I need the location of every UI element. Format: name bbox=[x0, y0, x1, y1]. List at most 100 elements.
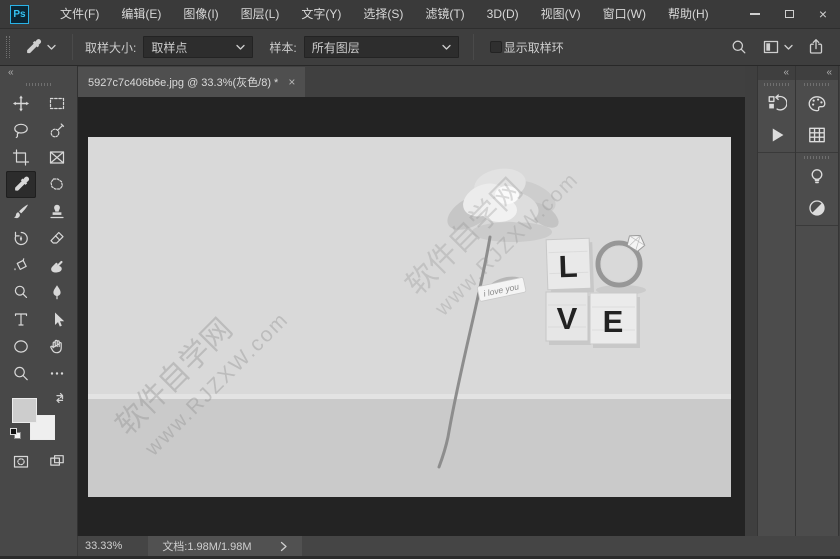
menu-image[interactable]: 图像(I) bbox=[172, 0, 229, 28]
close-button[interactable]: × bbox=[806, 0, 840, 28]
eyedropper-tool-button[interactable] bbox=[6, 171, 36, 198]
quick-selection-tool-button[interactable] bbox=[42, 117, 72, 144]
search-icon bbox=[730, 38, 748, 56]
eyedropper-icon bbox=[12, 175, 30, 194]
canvas-area[interactable]: i love you L V bbox=[78, 97, 745, 536]
panel-collapse[interactable]: « bbox=[758, 66, 795, 80]
patch-tool-button[interactable] bbox=[42, 171, 72, 198]
edit-toolbar-button[interactable] bbox=[42, 360, 72, 387]
move-icon bbox=[12, 94, 30, 113]
sample-select[interactable]: 所有图层 bbox=[304, 36, 459, 58]
svg-text:V: V bbox=[557, 301, 578, 336]
main-area: « bbox=[0, 66, 840, 536]
workspace-icon bbox=[762, 38, 780, 56]
menu-layer[interactable]: 图层(L) bbox=[230, 0, 291, 28]
smudge-tool-button[interactable] bbox=[42, 252, 72, 279]
selection-arrow-icon bbox=[48, 310, 66, 329]
pen-tool-button[interactable] bbox=[42, 279, 72, 306]
smudge-finger-icon bbox=[48, 256, 66, 275]
workspace-switcher-button[interactable] bbox=[755, 38, 800, 56]
hand-tool-button[interactable] bbox=[42, 333, 72, 360]
document-info-segment[interactable]: 文档:1.98M/1.98M bbox=[148, 536, 301, 556]
tools-panel-collapse[interactable]: « bbox=[0, 66, 77, 80]
toolbar-bottom bbox=[0, 448, 77, 475]
panel-grip[interactable] bbox=[804, 83, 830, 86]
menu-type[interactable]: 文字(Y) bbox=[290, 0, 352, 28]
sample-label: 样本: bbox=[269, 39, 296, 56]
sample-size-label: 取样大小: bbox=[85, 39, 136, 56]
quick-mask-button[interactable] bbox=[6, 448, 36, 475]
clone-stamp-icon bbox=[48, 202, 66, 221]
dodge-icon bbox=[12, 283, 30, 302]
color-panel-button[interactable] bbox=[796, 88, 838, 119]
show-ring-checkbox[interactable] bbox=[490, 41, 502, 53]
menu-window[interactable]: 窗口(W) bbox=[592, 0, 657, 28]
eraser-icon bbox=[48, 229, 66, 248]
document-info-text: 文档:1.98M/1.98M bbox=[162, 538, 251, 554]
dodge-tool-button[interactable] bbox=[6, 279, 36, 306]
brush-icon bbox=[12, 202, 30, 221]
screen-mode-button[interactable] bbox=[42, 448, 72, 475]
menu-file[interactable]: 文件(F) bbox=[49, 0, 110, 28]
menu-view[interactable]: 视图(V) bbox=[530, 0, 592, 28]
pen-icon bbox=[48, 283, 66, 302]
menu-3d[interactable]: 3D(D) bbox=[476, 0, 530, 28]
rectangular-marquee-tool-button[interactable] bbox=[42, 90, 72, 117]
menu-edit[interactable]: 编辑(E) bbox=[110, 0, 172, 28]
foreground-color-swatch[interactable] bbox=[12, 398, 37, 423]
document-tab[interactable]: 5927c7c406b6e.jpg @ 33.3%(灰色/8) * × bbox=[78, 67, 305, 97]
actions-play-icon bbox=[767, 125, 787, 145]
actions-panel-button[interactable] bbox=[758, 119, 795, 150]
photoshop-window: Ps 文件(F) 编辑(E) 图像(I) 图层(L) 文字(Y) 选择(S) 滤… bbox=[0, 0, 840, 559]
move-tool-button[interactable] bbox=[6, 90, 36, 117]
panel-grip[interactable] bbox=[764, 83, 790, 86]
swatches-panel-button[interactable] bbox=[796, 119, 838, 150]
letter-block-e: E bbox=[590, 293, 640, 348]
zoom-tool-button[interactable] bbox=[6, 360, 36, 387]
photo-image: i love you L V bbox=[88, 137, 731, 497]
right-panel-dock: « bbox=[745, 66, 840, 536]
zoom-level-field[interactable]: 33.33% bbox=[78, 540, 132, 552]
search-button[interactable] bbox=[723, 38, 755, 56]
crop-tool-button[interactable] bbox=[6, 144, 36, 171]
clone-stamp-tool-button[interactable] bbox=[42, 198, 72, 225]
color-panel-icon bbox=[807, 94, 827, 114]
maximize-button[interactable] bbox=[772, 0, 806, 28]
swap-colors-icon[interactable] bbox=[55, 392, 67, 404]
options-bar-grip[interactable] bbox=[6, 36, 10, 58]
menu-select[interactable]: 选择(S) bbox=[352, 0, 414, 28]
default-colors-icon[interactable] bbox=[10, 428, 22, 440]
eraser-tool-button[interactable] bbox=[42, 225, 72, 252]
frame-tool-button[interactable] bbox=[42, 144, 72, 171]
type-tool-button[interactable] bbox=[6, 306, 36, 333]
history-panel-button[interactable] bbox=[758, 88, 795, 119]
adjustments-panel-icon bbox=[807, 198, 827, 218]
quick-selection-icon bbox=[48, 121, 66, 140]
menu-filter[interactable]: 滤镜(T) bbox=[414, 0, 475, 28]
path-selection-tool-button[interactable] bbox=[42, 306, 72, 333]
learn-panel-button[interactable] bbox=[796, 161, 838, 192]
tools-panel-grip[interactable] bbox=[26, 83, 52, 86]
panel-group bbox=[796, 153, 838, 226]
ellipse-tool-button[interactable] bbox=[6, 333, 36, 360]
marquee-icon bbox=[48, 94, 66, 113]
options-bar: 取样大小: 取样点 样本: 所有图层 显示取样环 bbox=[0, 28, 840, 66]
svg-text:L: L bbox=[558, 249, 578, 285]
tool-preset-picker[interactable] bbox=[18, 35, 62, 59]
minimize-button[interactable] bbox=[738, 0, 772, 28]
panel-grip[interactable] bbox=[804, 156, 830, 159]
tab-close-icon[interactable]: × bbox=[288, 76, 295, 88]
adjustments-panel-button[interactable] bbox=[796, 192, 838, 223]
lasso-tool-button[interactable] bbox=[6, 117, 36, 144]
menu-help[interactable]: 帮助(H) bbox=[657, 0, 720, 28]
share-button[interactable] bbox=[800, 38, 832, 56]
panel-collapse[interactable]: « bbox=[796, 66, 838, 80]
magnifier-icon bbox=[12, 364, 30, 383]
brush-tool-button[interactable] bbox=[6, 198, 36, 225]
paint-bucket-icon bbox=[12, 256, 30, 275]
menu-bar: 文件(F) 编辑(E) 图像(I) 图层(L) 文字(Y) 选择(S) 滤镜(T… bbox=[49, 0, 720, 28]
app-logo: Ps bbox=[10, 5, 29, 24]
history-brush-tool-button[interactable] bbox=[6, 225, 36, 252]
sample-size-select[interactable]: 取样点 bbox=[143, 36, 253, 58]
paint-bucket-tool-button[interactable] bbox=[6, 252, 36, 279]
